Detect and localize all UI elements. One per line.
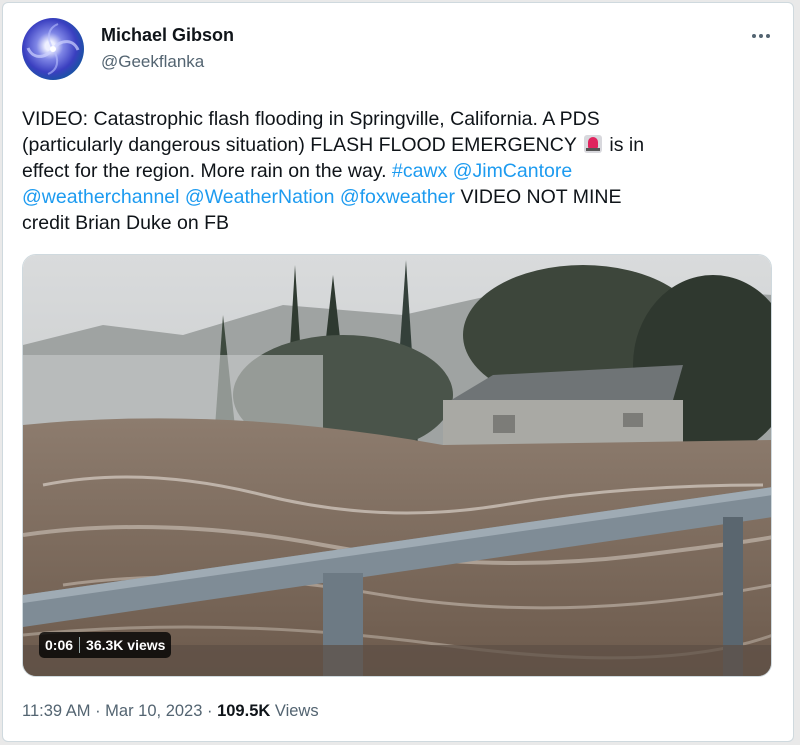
mention-link[interactable]: @JimCantore bbox=[453, 160, 573, 182]
tweet-line-1: VIDEO: Catastrophic flash flooding in Sp… bbox=[22, 108, 600, 130]
video-info-badge: 0:06 36.3K views bbox=[39, 632, 172, 658]
hurricane-icon bbox=[26, 23, 80, 75]
tweet-date[interactable]: Mar 10, 2023 bbox=[105, 702, 202, 720]
tweet-line-3: effect for the region. More rain on the … bbox=[22, 160, 392, 182]
hashtag-link[interactable]: #cawx bbox=[392, 160, 447, 182]
tweet-line-2: (particularly dangerous situation) FLASH… bbox=[22, 134, 577, 156]
tweet-meta: 11:39 AM · Mar 10, 2023 · 109.5K Views bbox=[22, 702, 319, 721]
mention-link[interactable]: @WeatherNation bbox=[185, 186, 335, 208]
avatar[interactable] bbox=[22, 18, 84, 80]
tweet-line-2-tail: is in bbox=[603, 134, 645, 156]
author-name[interactable]: Michael Gibson bbox=[101, 25, 234, 46]
tweet-line-5: credit Brian Duke on FB bbox=[22, 212, 230, 234]
rotating-light-icon bbox=[583, 135, 602, 153]
separator-dot: · bbox=[202, 702, 218, 720]
divider bbox=[79, 637, 81, 653]
video-player[interactable] bbox=[22, 254, 772, 677]
author-handle[interactable]: @Geekflanka bbox=[101, 52, 204, 72]
video-frame bbox=[23, 255, 771, 676]
tweet-time[interactable]: 11:39 AM bbox=[22, 702, 91, 720]
mention-link[interactable]: @foxweather bbox=[340, 186, 455, 208]
video-duration: 0:06 bbox=[45, 637, 74, 653]
separator-dot: · bbox=[90, 702, 106, 720]
mention-link[interactable]: @weatherchannel bbox=[22, 186, 179, 208]
view-count: 109.5K bbox=[217, 702, 271, 720]
more-options-icon[interactable] bbox=[748, 26, 774, 46]
views-label: Views bbox=[270, 702, 319, 720]
tweet-text: VIDEO: Catastrophic flash flooding in Sp… bbox=[22, 106, 767, 236]
tweet-tail: VIDEO NOT MINE bbox=[455, 186, 622, 208]
video-views: 36.3K views bbox=[86, 637, 166, 653]
